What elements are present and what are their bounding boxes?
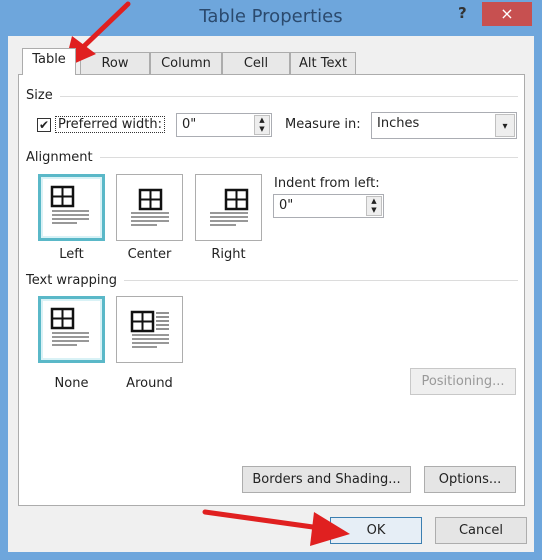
arrow-to-ok-icon [202, 509, 350, 546]
tab-table[interactable]: Table [22, 48, 76, 75]
annotation-arrows [64, 1, 350, 546]
